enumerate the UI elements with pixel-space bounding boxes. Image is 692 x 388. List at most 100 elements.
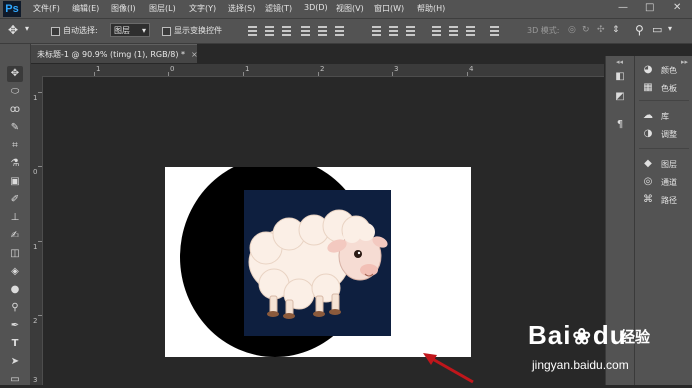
ruler-label: 2: [33, 317, 38, 325]
move-tool-icon[interactable]: ✥: [8, 23, 18, 37]
document-tab-title: 未标题-1 @ 90.9% (timg (1), RGB/8) *: [37, 50, 186, 59]
menu-bar: Ps 文件(F) 编辑(E) 图像(I) 图层(L) 文字(Y) 选择(S) 滤…: [0, 0, 692, 19]
ruler-tick: [243, 72, 244, 76]
align-top-edges-icon[interactable]: [248, 26, 257, 36]
ruler-label: 0: [170, 65, 175, 73]
tools-panel: ✥ ⬭ ꝏ ✎ ⌗ ⚗ ▣ ✐ ⊥ ✍ ◫ ◈ ● ⚲ ✒ T ➤ ▭: [0, 44, 31, 385]
ruler-tick: [38, 241, 42, 242]
menu-help[interactable]: 帮助(H): [417, 3, 445, 14]
canvas-workspace[interactable]: [43, 77, 604, 385]
align-bottom-edges-icon[interactable]: [282, 26, 291, 36]
photoshop-logo: Ps: [3, 1, 21, 17]
menu-select[interactable]: 选择(S): [228, 3, 255, 14]
ruler-origin[interactable]: [31, 64, 42, 76]
eraser-tool-icon[interactable]: ◫: [7, 246, 23, 262]
panel-separator: [639, 100, 689, 101]
close-tab-icon[interactable]: ×: [191, 50, 198, 59]
menu-layer[interactable]: 图层(L): [149, 3, 176, 14]
auto-align-layers-icon[interactable]: [490, 26, 499, 36]
eyedropper-tool-icon[interactable]: ⚗: [7, 156, 23, 172]
type-tool-icon[interactable]: T: [7, 336, 23, 352]
properties-panel-icon[interactable]: ◩: [613, 90, 627, 104]
panel-separator: [639, 148, 689, 149]
quick-selection-tool-icon[interactable]: ✎: [7, 120, 23, 136]
blur-tool-icon[interactable]: ●: [7, 282, 23, 298]
document-tab[interactable]: 未标题-1 @ 90.9% (timg (1), RGB/8) * ×: [31, 44, 198, 63]
jingyan-label: 经验: [620, 328, 651, 346]
horizontal-ruler[interactable]: 1 0 1 2 3 4: [42, 64, 604, 77]
auto-select-target-select[interactable]: 图层 ▾: [110, 23, 150, 37]
ruler-label: 1: [245, 65, 250, 73]
3d-pan-icon[interactable]: ✣: [597, 25, 605, 35]
align-right-edges-icon[interactable]: [335, 26, 344, 36]
show-transform-controls-checkbox[interactable]: [162, 27, 171, 36]
menu-file[interactable]: 文件(F): [33, 3, 60, 14]
distribute-vertical-centers-icon[interactable]: [389, 26, 398, 36]
brush-tool-icon[interactable]: ✐: [7, 192, 23, 208]
menu-image[interactable]: 图像(I): [111, 3, 136, 14]
panel-color[interactable]: ◕ 颜色: [639, 62, 692, 78]
tool-preset-dropdown-icon[interactable]: ▾: [25, 24, 29, 33]
move-tool-icon[interactable]: ✥: [7, 66, 23, 82]
3d-roll-icon[interactable]: ↻: [582, 25, 590, 35]
distribute-horizontal-centers-icon[interactable]: [449, 26, 458, 36]
palette-icon: ◕: [643, 64, 653, 75]
3d-orbit-icon[interactable]: ◎: [568, 25, 576, 35]
ruler-tick: [467, 72, 468, 76]
menu-type[interactable]: 文字(Y): [189, 3, 216, 14]
workspace-dropdown-icon[interactable]: ▾: [668, 24, 672, 33]
paths-icon: ⌘: [643, 194, 653, 205]
pen-tool-icon[interactable]: ✒: [7, 318, 23, 334]
red-arrow-annotation: [423, 353, 474, 384]
marquee-tool-icon[interactable]: ⬭: [7, 84, 23, 100]
channels-icon: ◎: [643, 176, 653, 187]
3d-mode-label: 3D 模式:: [527, 26, 560, 35]
vertical-ruler[interactable]: 1 0 1 2 3: [31, 76, 43, 385]
menu-3d[interactable]: 3D(D): [304, 3, 328, 12]
menu-edit[interactable]: 编辑(E): [72, 3, 99, 14]
distribute-left-edges-icon[interactable]: [432, 26, 441, 36]
paw-icon: ❀: [572, 324, 592, 349]
paint-bucket-tool-icon[interactable]: ◈: [7, 264, 23, 280]
align-vertical-centers-icon[interactable]: [265, 26, 274, 36]
panel-channels[interactable]: ◎ 通道: [639, 174, 692, 190]
panel-layers[interactable]: ◆ 图层: [639, 156, 692, 172]
menu-view[interactable]: 视图(V): [336, 3, 364, 14]
align-left-edges-icon[interactable]: [301, 26, 310, 36]
history-brush-tool-icon[interactable]: ✍: [7, 228, 23, 244]
lasso-tool-icon[interactable]: ꝏ: [7, 102, 23, 118]
collapse-icon[interactable]: ◂◂: [616, 58, 623, 66]
menu-filter[interactable]: 滤镜(T): [265, 3, 292, 14]
ruler-tick: [318, 72, 319, 76]
panel-swatches[interactable]: ▦ 色板: [639, 80, 692, 96]
clone-stamp-tool-icon[interactable]: ⊥: [7, 210, 23, 226]
distribute-bottom-edges-icon[interactable]: [406, 26, 415, 36]
panel-libraries[interactable]: ☁ 库: [639, 108, 692, 124]
frame-tool-icon[interactable]: ▣: [7, 174, 23, 190]
layers-icon: ◆: [644, 158, 652, 169]
close-button[interactable]: ✕: [673, 2, 681, 13]
minimize-button[interactable]: —: [618, 2, 628, 13]
panel-paths[interactable]: ⌘ 路径: [639, 192, 692, 208]
history-panel-icon[interactable]: ◧: [613, 70, 627, 84]
rectangle-tool-icon[interactable]: ▭: [7, 372, 23, 388]
dodge-tool-icon[interactable]: ⚲: [7, 300, 23, 316]
restore-button[interactable]: □: [645, 2, 654, 13]
ruler-tick: [38, 166, 42, 167]
search-icon[interactable]: ⚲: [635, 23, 644, 37]
menu-window[interactable]: 窗口(W): [374, 3, 404, 14]
panel-adjustments[interactable]: ◑ 调整: [639, 126, 692, 142]
character-panel-icon[interactable]: ¶: [613, 118, 627, 132]
ruler-tick: [168, 72, 169, 76]
ruler-label: 1: [33, 243, 38, 251]
align-horizontal-centers-icon[interactable]: [318, 26, 327, 36]
3d-slide-icon[interactable]: ⇕: [612, 25, 620, 35]
distribute-top-edges-icon[interactable]: [372, 26, 381, 36]
crop-tool-icon[interactable]: ⌗: [7, 138, 23, 154]
auto-select-checkbox[interactable]: [51, 27, 60, 36]
watermark-url: jingyan.baidu.com: [532, 358, 629, 372]
path-selection-tool-icon[interactable]: ➤: [7, 354, 23, 370]
workspace-icon[interactable]: ▭: [652, 23, 662, 36]
distribute-right-edges-icon[interactable]: [466, 26, 475, 36]
ruler-tick: [38, 92, 42, 93]
